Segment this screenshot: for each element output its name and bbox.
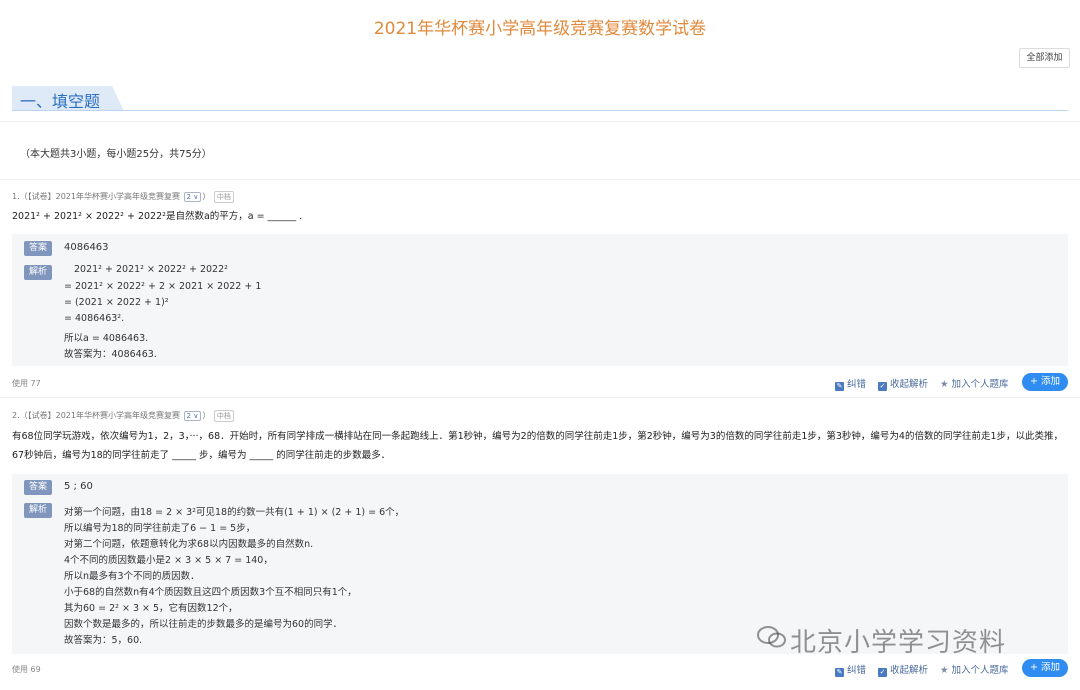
analysis-tag: 解析: [24, 503, 52, 518]
analysis-line: 4个不同的质因数最小是2 × 3 × 5 × 7 = 140，: [64, 555, 273, 566]
analysis-line: 故答案为：5，60.: [64, 635, 143, 646]
analysis-line: 因数个数是最多的，所以往前走的步数最多的是编号为60的同学．: [64, 619, 343, 630]
question-text: 2021² + 2021² × 2022² + 2022²是自然数a的平方，a …: [12, 211, 303, 222]
chevron-down-icon: ∨: [193, 193, 199, 201]
difficulty-badge: 中档: [213, 191, 234, 203]
divider: [0, 121, 1080, 122]
question-meta: 2.（【试卷】2021年华杯赛小学高年级竞赛复赛 2 ∨） 中档: [12, 410, 235, 422]
correct-error-button[interactable]: ✎ 纠错: [835, 662, 866, 677]
analysis-line: 对第二个问题，依题意转化为求68以内因数最多的自然数n.: [64, 539, 314, 550]
usage-count: 使用 69: [12, 665, 41, 674]
analysis-line: 小于68的自然数n有4个质因数且这四个质因数3个互不相同只有1个，: [64, 587, 357, 598]
edit-icon: ✎: [835, 668, 844, 677]
wechat-icon: [756, 624, 788, 654]
analysis-line: 所以编号为18的同学往前走了6 − 1 = 5步，: [64, 523, 256, 534]
difficulty-badge: 中档: [213, 410, 234, 422]
answer-tag: 答案: [24, 241, 52, 256]
watermark-text: 北京小学学习资料: [790, 628, 1007, 658]
section-title: 一、填空题: [20, 92, 101, 111]
section-divider: [12, 110, 1068, 111]
analysis-line: 2021² + 2021² × 2022² + 2022²: [74, 264, 228, 275]
section-description: （本大题共3小题，每小题25分，共75分）: [20, 149, 212, 160]
analysis-line: = 4086463².: [64, 313, 125, 324]
level-dropdown[interactable]: 2 ∨: [183, 192, 202, 202]
add-personal-bank-button[interactable]: ★ 加入个人题库: [940, 376, 1009, 390]
divider: [0, 397, 1080, 398]
question-meta: 1.（【试卷】2021年华杯赛小学高年级竞赛复赛 2 ∨） 中档: [12, 191, 235, 203]
check-icon: ✓: [878, 668, 887, 677]
analysis-line: 其为60 = 2² × 3 × 5，它有因数12个，: [64, 603, 238, 614]
analysis-line: = 2021² × 2022² + 2 × 2021 × 2022 + 1: [64, 281, 262, 292]
star-icon: ★: [940, 665, 949, 676]
question-text: 有68位同学玩游戏，依次编号为1，2，3，···，68．开始时，所有同学排成一横…: [12, 431, 1064, 461]
analysis-line: 所以n最多有3个不同的质因数．: [64, 571, 200, 582]
answer-value: 4086463: [64, 242, 109, 253]
star-icon: ★: [940, 379, 949, 390]
analysis-line: = (2021 × 2022 + 1)²: [64, 297, 169, 308]
collapse-analysis-button[interactable]: ✓ 收起解析: [878, 662, 928, 677]
level-dropdown[interactable]: 2 ∨: [183, 411, 202, 421]
analysis-line: 对第一个问题，由18 = 2 × 3²可见18的约数一共有(1 + 1) × (…: [64, 507, 405, 518]
add-all-button[interactable]: 全部添加: [1019, 48, 1070, 68]
answer-panel: 答案 4086463 解析 2021² + 2021² × 2022² + 20…: [12, 234, 1068, 366]
question-source[interactable]: 1.（【试卷】2021年华杯赛小学高年级竞赛复赛: [12, 192, 180, 201]
page-title: 2021年华杯赛小学高年级竞赛复赛数学试卷: [373, 19, 707, 39]
chevron-down-icon: ∨: [193, 412, 199, 420]
collapse-analysis-button[interactable]: ✓ 收起解析: [878, 376, 928, 391]
answer-tag: 答案: [24, 480, 52, 495]
analysis-line: 所以a = 4086463.: [64, 333, 149, 344]
check-icon: ✓: [878, 382, 887, 391]
question-source[interactable]: 2.（【试卷】2021年华杯赛小学高年级竞赛复赛: [12, 411, 180, 420]
analysis-tag: 解析: [24, 265, 52, 280]
usage-count: 使用 77: [12, 379, 41, 388]
add-question-button[interactable]: + 添加: [1022, 373, 1068, 391]
divider: [0, 179, 1080, 180]
correct-error-button[interactable]: ✎ 纠错: [835, 376, 866, 391]
edit-icon: ✎: [835, 382, 844, 391]
answer-value: 5 ; 60: [64, 481, 93, 492]
add-question-button[interactable]: + 添加: [1022, 659, 1068, 677]
analysis-line: 故答案为：4086463.: [64, 349, 157, 360]
add-personal-bank-button[interactable]: ★ 加入个人题库: [940, 662, 1009, 676]
